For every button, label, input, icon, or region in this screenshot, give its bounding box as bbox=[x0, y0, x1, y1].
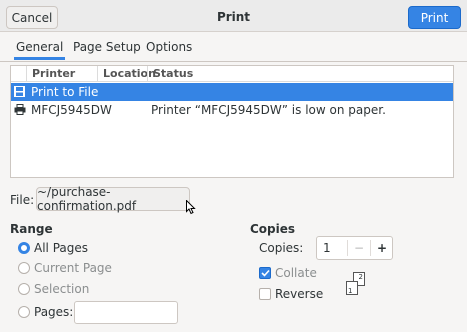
file-label: File: bbox=[10, 193, 35, 207]
radio-label: Selection bbox=[34, 282, 90, 296]
checkbox-label: Collate bbox=[275, 266, 317, 280]
printer-list[interactable]: Printer Location Status Print to File MF… bbox=[10, 65, 454, 178]
mouse-pointer-icon bbox=[186, 199, 196, 218]
checkmark-icon bbox=[260, 269, 270, 277]
radio-indicator bbox=[18, 283, 30, 295]
checkbox-label: Reverse bbox=[275, 287, 324, 301]
printer-name: Print to File bbox=[31, 85, 99, 99]
checkbox-indicator bbox=[259, 267, 271, 279]
radio-all-pages[interactable]: All Pages bbox=[18, 239, 88, 257]
column-header-status[interactable]: Status bbox=[147, 66, 453, 82]
radio-indicator bbox=[18, 242, 30, 254]
copies-label: Copies: bbox=[259, 241, 304, 255]
file-chooser-button[interactable]: ~/purchase-confirmation.pdf bbox=[36, 185, 190, 213]
checkbox-indicator bbox=[259, 288, 271, 300]
radio-current-page[interactable]: Current Page bbox=[18, 259, 112, 277]
radio-indicator bbox=[18, 262, 30, 274]
list-header: Printer Location Status bbox=[11, 66, 453, 82]
column-header-printer[interactable]: Printer bbox=[26, 66, 97, 82]
save-to-file-icon bbox=[14, 83, 26, 101]
tab-divider bbox=[0, 61, 467, 62]
collate-checkbox[interactable]: Collate bbox=[259, 264, 317, 282]
radio-label: Pages: bbox=[34, 305, 74, 319]
column-header-location[interactable]: Location bbox=[97, 66, 156, 82]
radio-label: All Pages bbox=[34, 241, 88, 255]
header-bar bbox=[0, 0, 467, 32]
page-sheet: 1 bbox=[346, 281, 358, 295]
decrement-button[interactable]: − bbox=[348, 237, 370, 259]
radio-pages[interactable]: Pages: bbox=[18, 303, 73, 321]
cancel-button[interactable]: Cancel bbox=[6, 6, 58, 29]
radio-selection[interactable]: Selection bbox=[18, 280, 89, 298]
pages-input[interactable] bbox=[74, 301, 178, 324]
reverse-checkbox[interactable]: Reverse bbox=[259, 285, 323, 303]
copies-value[interactable]: 1 bbox=[323, 241, 331, 255]
increment-button[interactable]: + bbox=[371, 237, 393, 259]
radio-indicator bbox=[18, 306, 30, 318]
printer-status: Printer “MFCJ5945DW” is low on paper. bbox=[151, 103, 386, 117]
radio-label: Current Page bbox=[34, 261, 112, 275]
copies-spinbutton[interactable]: 1 − + bbox=[316, 236, 393, 260]
printer-row-mfcj5945dw[interactable]: MFCJ5945DW Printer “MFCJ5945DW” is low o… bbox=[11, 101, 453, 119]
printer-row-print-to-file[interactable]: Print to File bbox=[11, 83, 453, 101]
range-section-title: Range bbox=[10, 222, 53, 236]
collate-preview-icon: 2 1 bbox=[344, 272, 368, 298]
print-button[interactable]: Print bbox=[408, 6, 461, 29]
tab-page-setup[interactable]: Page Setup bbox=[71, 36, 143, 60]
tab-options[interactable]: Options bbox=[144, 36, 194, 60]
printer-icon bbox=[14, 101, 26, 119]
tab-general[interactable]: General bbox=[14, 36, 66, 60]
printer-name: MFCJ5945DW bbox=[31, 103, 112, 117]
copies-section-title: Copies bbox=[250, 222, 296, 236]
